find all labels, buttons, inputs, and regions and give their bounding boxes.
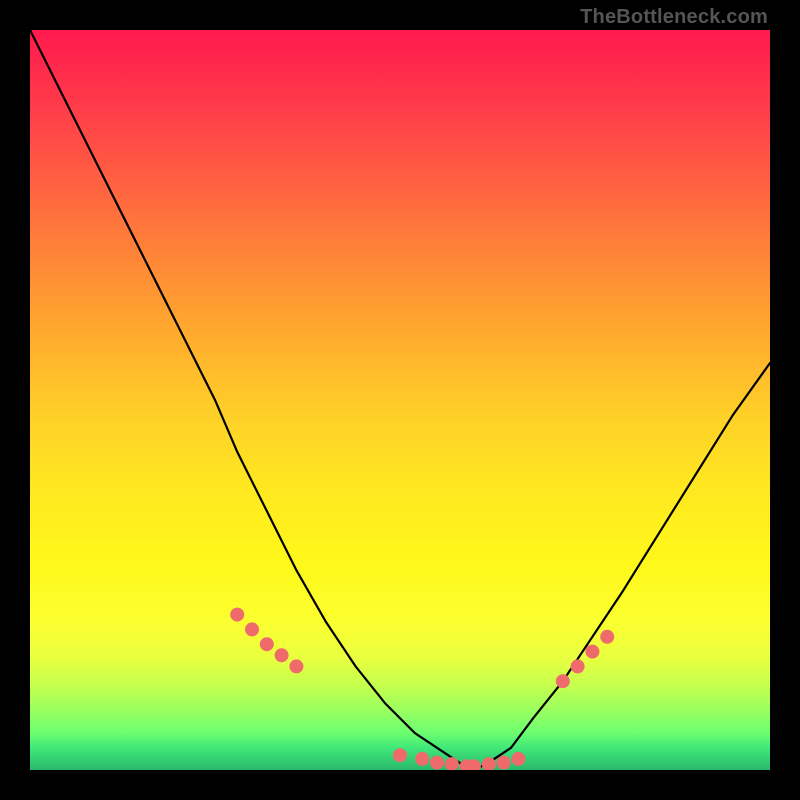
attribution-text: TheBottleneck.com — [580, 6, 768, 29]
marker-dot — [393, 748, 407, 762]
marker-dot — [415, 752, 429, 766]
marker-dot — [289, 659, 303, 673]
marker-dot — [556, 674, 570, 688]
plot-area — [30, 30, 770, 770]
marker-dot — [430, 756, 444, 770]
marker-dot — [571, 659, 585, 673]
marker-dot — [511, 752, 525, 766]
curve-svg — [30, 30, 770, 770]
chart-frame: TheBottleneck.com — [0, 0, 800, 800]
marker-dot — [275, 648, 289, 662]
marker-dot — [497, 756, 511, 770]
marker-dot — [260, 637, 274, 651]
bottleneck-curve-path — [30, 30, 770, 770]
marker-dot — [585, 645, 599, 659]
marker-dot — [600, 630, 614, 644]
marker-dot — [445, 757, 459, 770]
marker-dot — [230, 608, 244, 622]
marker-dot — [245, 622, 259, 636]
